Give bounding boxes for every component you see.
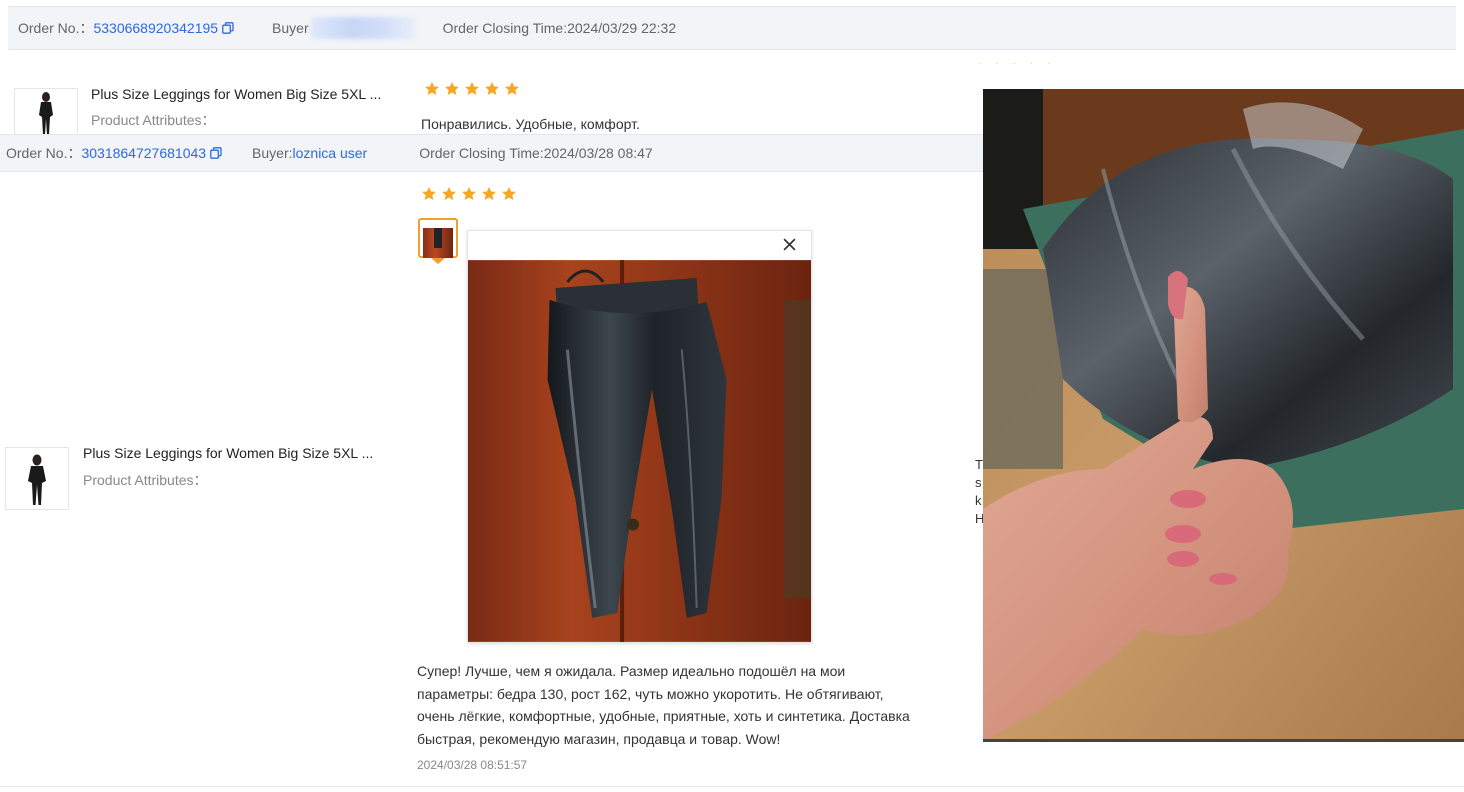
thumbnail-pointer bbox=[431, 258, 445, 264]
order-no-label: Order No.： bbox=[6, 145, 82, 161]
review-text-2: Супер! Лучше, чем я ожидала. Размер идеа… bbox=[417, 660, 957, 750]
copy-icon[interactable] bbox=[210, 147, 222, 159]
thumbnail-photo bbox=[423, 228, 453, 258]
buyer-label: Buyer bbox=[272, 20, 309, 36]
bottom-divider bbox=[0, 786, 1464, 787]
product-attributes-1: Product Attributes： bbox=[91, 112, 216, 128]
closing-time: Order Closing Time:2024/03/28 08:47 bbox=[419, 145, 653, 161]
partial-letter: H bbox=[975, 511, 983, 526]
star-icon bbox=[482, 187, 496, 200]
order-header-2: Order No.： 3031864727681043 Buyer: lozni… bbox=[0, 134, 983, 172]
review-photo-leggings bbox=[468, 260, 811, 642]
review-date-2: 2024/03/28 08:51:57 bbox=[417, 758, 528, 772]
review-image-thumbnail[interactable] bbox=[418, 218, 458, 258]
review-text-1: Понравились. Удобные, комфорт. bbox=[421, 116, 640, 132]
order-no-link[interactable]: 3031864727681043 bbox=[81, 145, 206, 161]
partial-right-column-text: T s k H bbox=[975, 456, 983, 528]
buyer-label: Buyer: bbox=[252, 145, 293, 161]
partial-letter: s bbox=[975, 475, 982, 490]
product-thumbnail-2[interactable] bbox=[5, 447, 69, 510]
star-icon bbox=[485, 82, 499, 95]
partial-letter: T bbox=[975, 457, 983, 472]
product-image-2 bbox=[28, 454, 46, 505]
buyer-name[interactable]: loznica user bbox=[293, 145, 368, 161]
partial-letter: k bbox=[975, 493, 982, 508]
star-icon bbox=[462, 187, 476, 200]
review-line: быстрая, рекомендую магазин, продавца и … bbox=[417, 730, 781, 747]
star-icon bbox=[442, 187, 456, 200]
product-name-2[interactable]: Plus Size Leggings for Women Big Size 5X… bbox=[83, 445, 373, 461]
image-preview-popup bbox=[467, 230, 812, 643]
copy-icon[interactable] bbox=[222, 22, 234, 34]
review-line: очень лёгкие, комфортные, удобные, прият… bbox=[417, 708, 910, 724]
order-no-label: Order No.： bbox=[18, 20, 94, 36]
close-icon[interactable] bbox=[783, 238, 796, 251]
product-name-1[interactable]: Plus Size Leggings for Women Big Size 5X… bbox=[91, 86, 381, 102]
product-attributes-2: Product Attributes： bbox=[83, 472, 208, 488]
partial-stars-right: ····· bbox=[978, 58, 1065, 69]
star-icon bbox=[425, 82, 439, 95]
closing-time: Order Closing Time:2024/03/29 22:32 bbox=[442, 20, 677, 36]
star-icon bbox=[502, 187, 516, 200]
order-no-link[interactable]: 5330668920342195 bbox=[93, 20, 218, 36]
star-icon bbox=[445, 82, 459, 95]
product-image-1 bbox=[39, 92, 53, 135]
rating-stars-1 bbox=[424, 81, 520, 97]
rating-stars-2 bbox=[421, 186, 517, 202]
review-line: параметры: бедра 130, рост 162, чуть мож… bbox=[417, 685, 884, 702]
star-icon bbox=[505, 82, 519, 95]
review-line: Супер! Лучше, чем я ожидала. Размер идеа… bbox=[417, 663, 846, 679]
order-header-1: Order No.： 5330668920342195 Buyer Order … bbox=[8, 6, 1456, 50]
star-icon bbox=[465, 82, 479, 95]
overlay-photo-thumbs-up bbox=[983, 89, 1464, 742]
product-thumbnail-1[interactable] bbox=[14, 88, 78, 138]
star-icon bbox=[422, 187, 436, 200]
buyer-name-redacted bbox=[310, 17, 415, 39]
